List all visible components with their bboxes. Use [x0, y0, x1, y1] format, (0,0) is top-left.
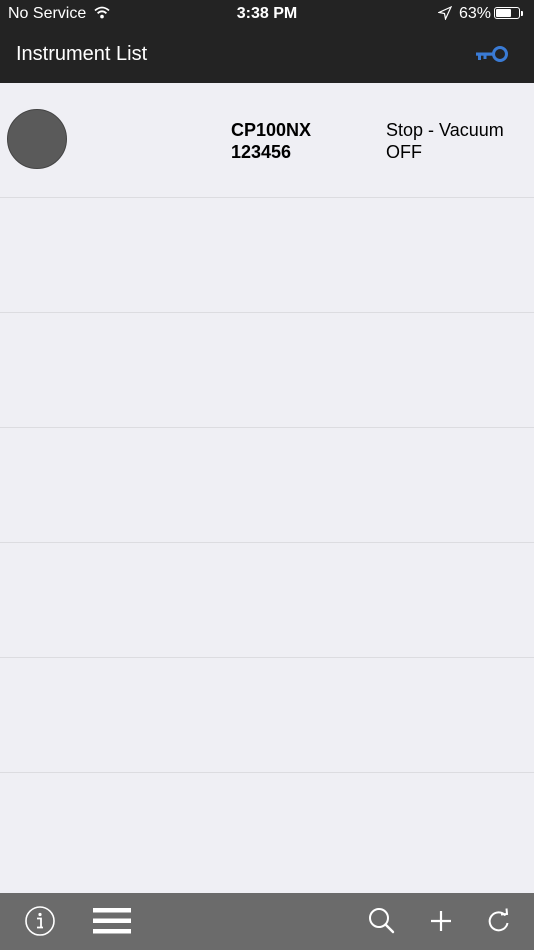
status-bar: No Service 3:38 PM 63% [0, 0, 534, 28]
empty-row [0, 313, 534, 428]
menu-icon[interactable] [92, 904, 132, 938]
instrument-state: Stop - Vacuum [386, 120, 504, 140]
empty-row [0, 428, 534, 543]
empty-row [0, 543, 534, 658]
instrument-list: CP100NX 123456 Stop - Vacuum OFF [0, 83, 534, 888]
instrument-serial: 123456 [231, 142, 292, 162]
page-title: Instrument List [16, 43, 148, 65]
info-icon[interactable] [23, 904, 57, 938]
add-icon[interactable] [424, 904, 458, 938]
top-bar: No Service 3:38 PM 63% Instrument List [0, 0, 534, 83]
instrument-model: CP100NX [231, 120, 312, 140]
refresh-icon[interactable] [482, 904, 516, 938]
key-icon[interactable] [474, 44, 510, 64]
empty-row [0, 658, 534, 773]
bottom-toolbar [0, 893, 534, 950]
instrument-vacuum-state: OFF [386, 142, 422, 162]
search-icon[interactable] [365, 904, 399, 938]
instrument-row[interactable]: CP100NX 123456 Stop - Vacuum OFF [0, 83, 534, 198]
battery-percent: 63% [459, 5, 492, 22]
location-arrow-icon [437, 5, 453, 25]
battery-tip [521, 11, 523, 16]
clock: 3:38 PM [236, 5, 298, 22]
battery-icon [494, 7, 520, 19]
instrument-status-indicator [7, 109, 67, 169]
empty-row [0, 198, 534, 313]
empty-row [0, 773, 534, 888]
